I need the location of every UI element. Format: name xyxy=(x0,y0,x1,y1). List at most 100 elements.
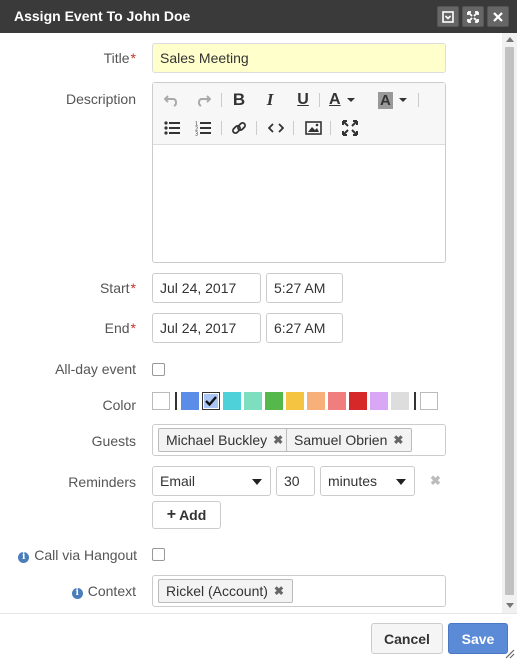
reminder-type-value: Email xyxy=(160,473,196,489)
color-swatch[interactable] xyxy=(223,392,241,410)
toolbar-separator xyxy=(221,121,222,135)
expand-icon xyxy=(467,10,479,23)
end-label: End* xyxy=(104,320,136,336)
info-icon: i xyxy=(71,588,83,599)
add-reminder-button[interactable]: + Add xyxy=(152,501,221,529)
end-date-input[interactable]: Jul 24, 2017 xyxy=(152,313,261,343)
description-editor[interactable]: B I U A A 123 xyxy=(152,82,446,263)
start-date-input[interactable]: Jul 24, 2017 xyxy=(152,273,261,303)
context-label: i Context xyxy=(0,583,136,599)
color-swatch[interactable] xyxy=(370,392,388,410)
swatch-divider xyxy=(414,392,416,410)
resize-handle-icon[interactable] xyxy=(505,649,515,659)
color-swatch[interactable] xyxy=(202,392,220,410)
dialog-title: Assign Event To John Doe xyxy=(14,8,191,24)
toolbar-separator xyxy=(330,121,331,135)
cancel-button[interactable]: Cancel xyxy=(371,623,443,654)
scroll-down-icon[interactable] xyxy=(506,603,514,608)
context-name: Rickel (Account) xyxy=(166,583,268,599)
color-swatch[interactable] xyxy=(181,392,199,410)
guest-name: Samuel Obrien xyxy=(294,432,388,448)
remove-icon[interactable]: ✖ xyxy=(393,433,403,447)
underline-icon[interactable]: U xyxy=(292,89,314,111)
description-label: Description xyxy=(65,91,136,107)
scrollbar[interactable] xyxy=(502,33,517,613)
context-tag: Rickel (Account) ✖ xyxy=(158,579,293,603)
guest-tag: Michael Buckley ✖ xyxy=(158,428,293,452)
all-day-label: All-day event xyxy=(55,361,136,377)
redo-icon[interactable] xyxy=(192,89,214,111)
toolbar-separator xyxy=(418,93,419,107)
start-label: Start* xyxy=(99,280,136,296)
required-marker: * xyxy=(130,280,136,296)
toolbar-separator xyxy=(293,121,294,135)
code-icon[interactable] xyxy=(265,117,287,139)
color-label: Color xyxy=(102,397,136,413)
title-input[interactable]: Sales Meeting xyxy=(152,43,446,73)
dropdown-caret-icon xyxy=(396,479,406,485)
reminder-amount-value: 30 xyxy=(284,473,300,489)
plus-icon: + xyxy=(166,506,177,523)
toolbar-separator xyxy=(221,93,222,107)
fullscreen-icon[interactable] xyxy=(339,117,361,139)
required-marker: * xyxy=(130,50,136,66)
scrollbar-thumb[interactable] xyxy=(505,47,514,595)
title-label: Title* xyxy=(103,50,136,66)
remove-icon[interactable]: ✖ xyxy=(274,584,284,598)
numbered-list-icon[interactable]: 123 xyxy=(192,117,214,139)
color-swatch[interactable] xyxy=(265,392,283,410)
color-swatch[interactable] xyxy=(307,392,325,410)
color-swatch[interactable] xyxy=(286,392,304,410)
remove-reminder-icon[interactable]: ✖ xyxy=(430,473,441,489)
save-button[interactable]: Save xyxy=(448,623,508,654)
toolbar-separator xyxy=(256,121,257,135)
italic-icon[interactable]: I xyxy=(259,89,281,111)
background-color-icon[interactable]: A xyxy=(378,89,410,111)
dropdown-caret-icon xyxy=(252,479,262,485)
color-swatch[interactable] xyxy=(391,392,409,410)
hangout-label: i Call via Hangout xyxy=(0,547,137,563)
check-icon xyxy=(205,396,217,407)
bullet-list-icon[interactable] xyxy=(161,117,183,139)
close-button[interactable] xyxy=(487,6,509,27)
remove-icon[interactable]: ✖ xyxy=(273,433,283,447)
swatch-divider xyxy=(175,392,177,410)
start-date-value: Jul 24, 2017 xyxy=(160,280,237,296)
color-swatch[interactable] xyxy=(244,392,262,410)
reminder-amount-input[interactable]: 30 xyxy=(276,466,315,496)
bold-icon[interactable]: B xyxy=(228,89,250,111)
guests-label: Guests xyxy=(91,433,136,449)
start-time-input[interactable]: 5:27 AM xyxy=(266,273,343,303)
info-icon: i xyxy=(18,552,30,563)
minimize-icon xyxy=(442,10,454,23)
text-color-icon[interactable]: A xyxy=(329,89,359,111)
color-swatch[interactable] xyxy=(349,392,367,410)
color-swatch[interactable] xyxy=(152,392,170,410)
color-swatch[interactable] xyxy=(328,392,346,410)
reminder-unit-value: minutes xyxy=(328,473,378,489)
minimize-button[interactable] xyxy=(437,6,459,27)
reminders-label: Reminders xyxy=(68,474,136,490)
svg-text:3: 3 xyxy=(195,131,198,136)
end-date-value: Jul 24, 2017 xyxy=(160,320,237,336)
all-day-checkbox[interactable] xyxy=(152,363,165,376)
hangout-checkbox[interactable] xyxy=(152,548,165,561)
scroll-up-icon[interactable] xyxy=(506,37,514,42)
close-icon xyxy=(493,11,503,22)
guest-tag: Samuel Obrien ✖ xyxy=(286,428,413,452)
guest-name: Michael Buckley xyxy=(166,432,268,448)
end-time-input[interactable]: 6:27 AM xyxy=(266,313,343,343)
color-swatch[interactable] xyxy=(420,392,438,410)
maximize-button[interactable] xyxy=(462,6,484,27)
editor-toolbar: B I U A A 123 xyxy=(153,83,445,145)
image-icon[interactable] xyxy=(302,117,324,139)
link-icon[interactable] xyxy=(228,117,250,139)
title-value: Sales Meeting xyxy=(160,50,249,66)
required-marker: * xyxy=(130,320,136,336)
end-time-value: 6:27 AM xyxy=(274,320,326,336)
add-reminder-label: Add xyxy=(179,507,207,523)
undo-icon[interactable] xyxy=(161,89,183,111)
dialog-titlebar: Assign Event To John Doe xyxy=(0,0,517,33)
start-time-value: 5:27 AM xyxy=(274,280,326,296)
toolbar-separator xyxy=(319,93,320,107)
